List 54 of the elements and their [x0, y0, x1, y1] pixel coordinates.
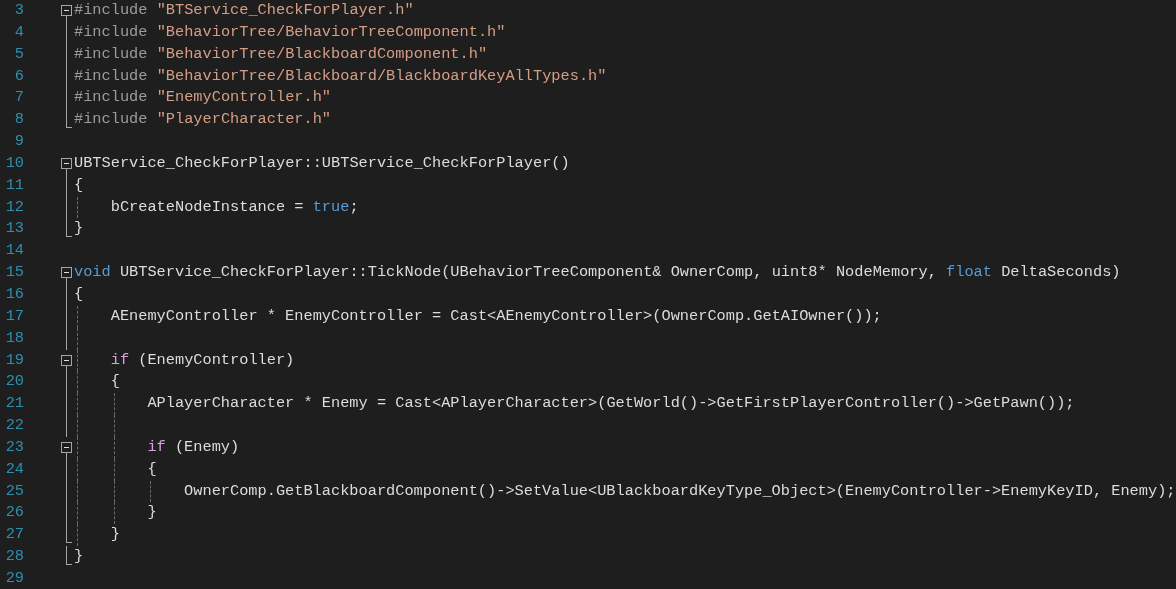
line-number: 9	[13, 131, 24, 153]
line-number: 20	[4, 371, 24, 393]
code-line: if (EnemyController)	[110, 349, 295, 371]
line-number: 14	[4, 240, 24, 262]
line-number: 18	[4, 327, 24, 349]
collapse-icon[interactable]	[61, 157, 72, 169]
collapse-icon[interactable]	[61, 267, 72, 279]
line-number: 17	[4, 305, 24, 327]
code-line: AEnemyController * EnemyController = Cast<AEnemyController>(OwnerComp.GetAIOwner());	[110, 305, 882, 327]
code-line: {	[74, 174, 84, 196]
code-line: {	[147, 458, 157, 480]
code-line: if (Enemy)	[147, 436, 240, 458]
line-number: 4	[13, 21, 24, 43]
code-line: {	[110, 371, 120, 393]
code-line: #include "BTService_CheckForPlayer.h"	[74, 0, 414, 21]
line-number: 7	[13, 87, 24, 109]
code-line: }	[74, 546, 84, 568]
line-number: 11	[4, 174, 24, 196]
line-number: 26	[4, 502, 24, 524]
line-number: 8	[13, 109, 24, 131]
code-line: void UBTService_CheckForPlayer::TickNode(UBehaviorTreeComponent& OwnerComp, uint8* NodeMemory, float DeltaSeconds)	[74, 262, 1121, 284]
code-line: OwnerComp.GetBlackboardComponent()->SetValue<UBlackboardKeyType_Object>(EnemyController->EnemyKeyID, Enemy);	[184, 480, 1176, 502]
line-number: 16	[4, 283, 24, 305]
code-line: #include "BehaviorTree/BlackboardComponent.h"	[74, 43, 488, 65]
line-number: 27	[4, 524, 24, 546]
code-line: bCreateNodeInstance = true;	[110, 196, 359, 218]
line-number: 19	[4, 349, 24, 371]
line-number: 10	[4, 152, 24, 174]
code-line: #include "BehaviorTree/Blackboard/BlackboardKeyAllTypes.h"	[74, 65, 607, 87]
line-number: 5	[13, 43, 24, 65]
collapse-icon[interactable]	[61, 354, 72, 366]
line-number: 13	[4, 218, 24, 240]
code-line: #include "BehaviorTree/BehaviorTreeComponent.h"	[74, 21, 506, 43]
line-number: 15	[4, 262, 24, 284]
code-line: UBTService_CheckForPlayer::UBTService_CheckForPlayer()	[74, 152, 570, 174]
code-line: }	[110, 524, 120, 546]
line-number: 24	[4, 458, 24, 480]
line-number: 25	[4, 480, 24, 502]
collapse-icon[interactable]	[61, 5, 72, 16]
line-number: 23	[4, 436, 24, 458]
code-line: #include "PlayerCharacter.h"	[74, 109, 332, 131]
line-number: 12	[4, 196, 24, 218]
collapse-icon[interactable]	[61, 441, 72, 453]
line-number: 28	[4, 546, 24, 568]
code-line: {	[74, 283, 84, 305]
line-number: 6	[13, 65, 24, 87]
code-line: APlayerCharacter * Enemy = Cast<APlayerCharacter>(GetWorld()->GetFirstPlayerController()->GetPawn());	[147, 393, 1075, 415]
line-number: 3	[13, 0, 24, 21]
code-line: }	[74, 218, 84, 240]
code-line: #include "EnemyController.h"	[74, 87, 332, 109]
line-number: 22	[4, 415, 24, 437]
code-line: }	[147, 502, 157, 524]
line-number: 21	[4, 393, 24, 415]
line-number: 29	[4, 567, 24, 589]
